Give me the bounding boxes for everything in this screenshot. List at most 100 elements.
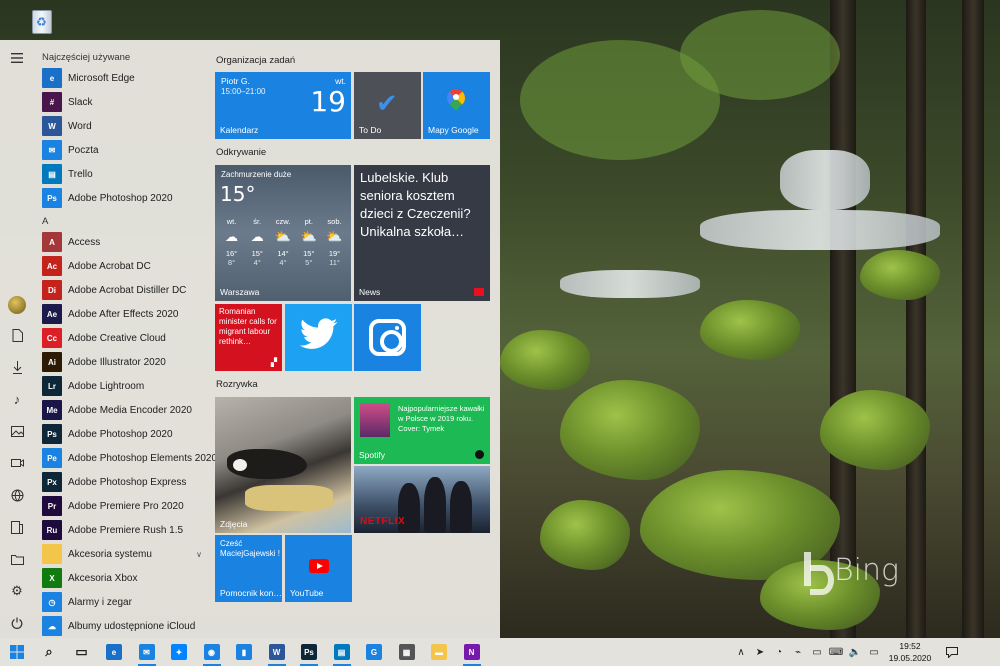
app-list-item[interactable]: ☁ Albumy udostępnione iCloud: [38, 614, 206, 638]
weather-tile[interactable]: Zachmurzenie duże 15° wt. ☁ 16° 8° śr. ☁ 15° 4°…: [215, 165, 351, 301]
pictures-icon[interactable]: [5, 419, 29, 443]
google-maps-tile[interactable]: Mapy Google: [423, 72, 490, 139]
instagram-tile[interactable]: [354, 304, 421, 371]
taskbar-mail-button[interactable]: ✉: [132, 638, 162, 666]
app-list-item[interactable]: e Microsoft Edge: [38, 66, 206, 90]
icloud-icon: ☁: [42, 616, 62, 636]
calculator-icon: ▦: [398, 644, 415, 660]
start-menu: ♪ ⚙ Najczęściej używane e Microsoft Edge #…: [0, 40, 500, 638]
clock[interactable]: 19:52 19.05.2020: [884, 640, 936, 664]
calendar-tile-label: Kalendarz: [220, 125, 259, 135]
tile-group-title[interactable]: Rozrywka: [216, 379, 258, 390]
battery-icon[interactable]: ▭: [808, 638, 826, 666]
weather-forecast: wt. ☁ 16° 8° śr. ☁ 15° 4° czw. ⛅ 14° 4° pt. ⛅ 15° 5° sob…: [219, 217, 347, 267]
power-icon[interactable]: [5, 611, 29, 635]
spotify-playlist-text: Najpopularniejsze kawałki w Polsce w 201…: [398, 404, 485, 433]
chevron-up-icon[interactable]: ∧: [732, 638, 750, 666]
recycle-bin-icon[interactable]: [28, 4, 56, 34]
telegram-icon[interactable]: ➤: [751, 638, 769, 666]
cortana-tile[interactable]: Cześć MaciejGajewski ! Pomocnik kon…: [215, 535, 282, 602]
news-headline-tile[interactable]: Romanian minister calls for migrant labo…: [215, 304, 282, 371]
app-list-item[interactable]: Cc Adobe Creative Cloud: [38, 326, 206, 350]
forecast-day-name: czw.: [275, 217, 291, 226]
letter-header-a[interactable]: A: [38, 214, 206, 230]
show-desktop-button[interactable]: [970, 638, 996, 666]
start-button[interactable]: [2, 638, 32, 666]
tile-group-title[interactable]: Odkrywanie: [216, 147, 266, 158]
taskbar-settings-chrome-button[interactable]: ◉: [197, 638, 227, 666]
app-list-item[interactable]: Di Adobe Acrobat Distiller DC: [38, 278, 206, 302]
app-list-item[interactable]: Pr Adobe Premiere Pro 2020: [38, 494, 206, 518]
todo-tile[interactable]: ✔ To Do: [354, 72, 421, 139]
app-list-item[interactable]: Ru Adobe Premiere Rush 1.5: [38, 518, 206, 542]
app-list-item[interactable]: ▤ Trello: [38, 162, 206, 186]
app-list-item[interactable]: ✉ Poczta: [38, 138, 206, 162]
notifications-icon[interactable]: [938, 638, 966, 666]
forecast-low: 11°: [329, 258, 340, 267]
app-list-item[interactable]: A Access: [38, 230, 206, 254]
file-explorer-icon[interactable]: [5, 515, 29, 539]
taskbar-word-button[interactable]: W: [262, 638, 292, 666]
app-list-item[interactable]: ◷ Alarmy i zegar: [38, 590, 206, 614]
taskbar-trello-button[interactable]: ▤: [327, 638, 357, 666]
app-list-item-label: Akcesoria Xbox: [68, 572, 138, 584]
chevron-down-icon[interactable]: ∨: [196, 550, 202, 559]
app-list-item[interactable]: Lr Adobe Lightroom: [38, 374, 206, 398]
netflix-tile[interactable]: NETFLIX: [354, 466, 490, 533]
twitter-tile[interactable]: [285, 304, 352, 371]
photos-tile[interactable]: Zdjęcia: [215, 397, 351, 533]
user-avatar[interactable]: [8, 296, 26, 314]
app-list-item[interactable]: W Word: [38, 114, 206, 138]
app-list-item[interactable]: Ps Adobe Photoshop 2020: [38, 186, 206, 210]
taskbar-search-button[interactable]: ⌕: [34, 638, 64, 666]
tile-group-title[interactable]: Organizacja zadań: [216, 55, 295, 66]
downloads-icon[interactable]: [5, 355, 29, 379]
photoshop-icon: Ps: [42, 188, 62, 208]
app-list-item[interactable]: Ae Adobe After Effects 2020: [38, 302, 206, 326]
alarm-clock-icon: ◷: [42, 592, 62, 612]
hamburger-menu-icon[interactable]: [5, 46, 29, 70]
app-list-item[interactable]: Ai Adobe Illustrator 2020: [38, 350, 206, 374]
videos-icon[interactable]: [5, 451, 29, 475]
photo-thumbnail: [227, 449, 307, 479]
app-list-item-label: Adobe Photoshop 2020: [68, 192, 173, 204]
app-list-item[interactable]: Me Adobe Media Encoder 2020: [38, 398, 206, 422]
app-list-item[interactable]: X Akcesoria Xbox: [38, 566, 206, 590]
taskbar-phone-button[interactable]: ▮: [229, 638, 259, 666]
app-list-item[interactable]: Ps Adobe Photoshop 2020: [38, 422, 206, 446]
speaker-icon[interactable]: 🔈: [846, 638, 864, 666]
personal-folder-icon[interactable]: [5, 547, 29, 571]
calendar-event-time: 15:00–21:00: [221, 87, 266, 96]
taskbar-calculator-button[interactable]: ▦: [392, 638, 422, 666]
documents-icon[interactable]: [5, 323, 29, 347]
taskbar-onenote-button[interactable]: N: [457, 638, 487, 666]
acrobat-distiller-icon: Di: [42, 280, 62, 300]
display-icon[interactable]: ▭: [865, 638, 883, 666]
forecast-low: 8°: [227, 258, 236, 267]
news-tile[interactable]: Lubelskie. Klub seniora kosztem dzieci z…: [354, 165, 490, 301]
calendar-tile[interactable]: Piotr G. 15:00–21:00 wt. 19 Kalendarz: [215, 72, 351, 139]
taskbar-file-explorer-button[interactable]: ▬: [424, 638, 454, 666]
keyboard-icon[interactable]: ⌨: [827, 638, 845, 666]
taskbar-translator-button[interactable]: G: [359, 638, 389, 666]
app-list-item-label: Adobe Premiere Pro 2020: [68, 500, 184, 512]
forecast-day-name: śr.: [253, 217, 262, 226]
spotify-tile[interactable]: Najpopularniejsze kawałki w Polsce w 201…: [354, 397, 490, 464]
network-icon[interactable]: ⌁: [789, 638, 807, 666]
taskbar-photoshop-button[interactable]: Ps: [294, 638, 324, 666]
network-icon[interactable]: [5, 483, 29, 507]
app-list-item-label: Albumy udostępnione iCloud: [68, 620, 196, 632]
photoshop-elements-icon: Pe: [42, 448, 62, 468]
volume-icon[interactable]: ◔: [770, 638, 788, 666]
music-icon[interactable]: ♪: [5, 387, 29, 411]
settings-icon[interactable]: ⚙: [5, 579, 29, 603]
taskbar-task-view-button[interactable]: ▭: [67, 638, 97, 666]
taskbar-edge-button[interactable]: e: [99, 638, 129, 666]
youtube-tile[interactable]: YouTube: [285, 535, 352, 602]
app-list-item[interactable]: Pe Adobe Photoshop Elements 2020: [38, 446, 217, 470]
app-list-item[interactable]: Px Adobe Photoshop Express: [38, 470, 206, 494]
app-list-item[interactable]: Ac Adobe Acrobat DC: [38, 254, 206, 278]
app-list-item[interactable]: Akcesoria systemu ∨: [38, 542, 206, 566]
app-list-item[interactable]: # Slack: [38, 90, 206, 114]
taskbar-messenger-button[interactable]: ✦: [164, 638, 194, 666]
